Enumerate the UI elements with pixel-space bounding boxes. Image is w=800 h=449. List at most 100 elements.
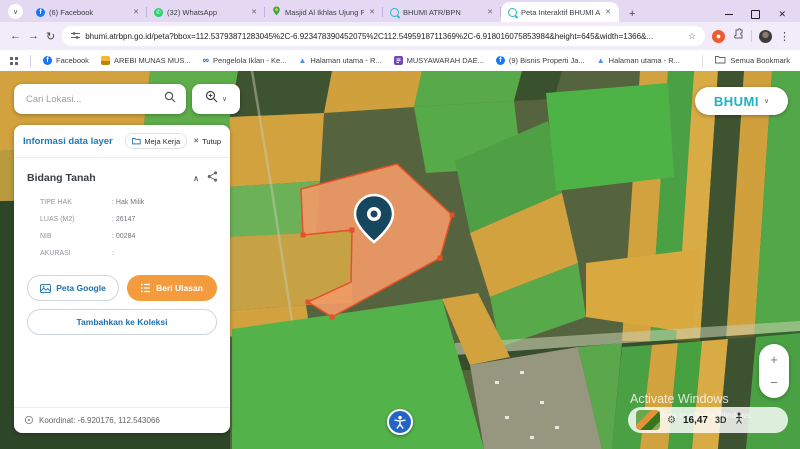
close-tab-icon[interactable]: ✕ [132, 8, 140, 16]
mode-3d-toggle[interactable]: 3D [715, 415, 727, 425]
tab-masjid-maps[interactable]: Masjid Al Ikhlas Ujung Pangi ✕ [265, 2, 383, 22]
bhumi-logo-text: BHUMI [714, 94, 759, 109]
field-row: NIB : 00284 [40, 233, 218, 240]
zoom-in-button[interactable]: + [770, 353, 778, 366]
activate-windows-watermark: Activate Windows [630, 392, 729, 406]
bookmark-musyawarah[interactable]: MUSYAWARAH DAE... [394, 56, 484, 65]
bookmark-label: Halaman utama - R... [609, 56, 680, 65]
close-tab-icon[interactable]: ✕ [486, 8, 494, 16]
tambah-koleksi-label: Tambahkan ke Koleksi [76, 317, 167, 327]
field-value: : 26147 [112, 216, 135, 223]
forward-icon[interactable]: → [28, 30, 39, 42]
bookmark-label: Pengelola Iklan - Ke... [213, 56, 286, 65]
field-label: AKURASI [40, 250, 112, 257]
bhumi-icon [390, 8, 399, 17]
tambahkan-ke-koleksi-button[interactable]: Tambahkan ke Koleksi [27, 309, 217, 335]
tab-search-button[interactable]: ∨ [8, 4, 23, 19]
facebook-icon: f [36, 8, 45, 17]
reload-icon[interactable]: ↻ [46, 30, 55, 43]
chevron-down-icon: ∨ [222, 95, 227, 103]
tutup-button[interactable]: ✕ Tutup [193, 137, 221, 146]
close-icon: ✕ [193, 137, 199, 145]
bidang-tanah-header: Bidang Tanah ∧ [14, 158, 230, 191]
bookmark-pengelola-iklan[interactable]: ∞ Pengelola Iklan - Ke... [203, 56, 287, 65]
parcel-fields: TIPE HAK : Hak Milik LUAS (M2) : 26147 N… [14, 191, 230, 267]
info-data-layer-panel: Informasi data layer Meja Kerja ✕ Tutup … [14, 125, 230, 433]
whatsapp-icon: ✆ [154, 8, 163, 17]
share-icon[interactable] [207, 169, 218, 187]
facebook-icon: f [43, 56, 52, 65]
orange-profile-icon[interactable] [712, 30, 725, 43]
peta-google-label: Peta Google [56, 283, 106, 293]
tab-bhumi[interactable]: BHUMI ATR/BPN ✕ [383, 2, 501, 22]
facebook-icon: f [496, 56, 505, 65]
extensions-puzzle-icon[interactable] [732, 27, 744, 45]
window-close-icon[interactable]: ✕ [778, 9, 786, 20]
koordinat-text: Koordinat: -6.920176, 112.543066 [39, 416, 160, 425]
panel-buttons: Peta Google Beri Ulasan [14, 267, 230, 301]
google-forms-icon [394, 56, 403, 65]
apps-grid-icon[interactable] [10, 57, 18, 65]
close-tab-icon[interactable]: ✕ [368, 8, 376, 16]
bookmark-halaman-utama-2[interactable]: ▲ Halaman utama - R... [597, 56, 680, 65]
collapse-chevron-icon[interactable]: ∧ [193, 174, 199, 183]
gear-icon[interactable]: ⚙ [667, 415, 676, 426]
peta-google-button[interactable]: Peta Google [27, 275, 119, 301]
compass-person-icon[interactable] [734, 411, 744, 429]
close-tab-icon[interactable]: ✕ [604, 8, 612, 16]
tab-peta-interaktif-active[interactable]: Peta Interaktif BHUMI ATR/B ✕ [501, 2, 619, 22]
coordinate-bar: Koordinat: -6.920176, 112.543066 [14, 407, 230, 433]
minimize-icon[interactable] [725, 14, 733, 16]
maximize-icon[interactable] [751, 10, 760, 19]
zoom-out-button[interactable]: − [770, 376, 778, 389]
tab-strip: ∨ f (6) Facebook ✕ ✆ (32) WhatsApp ✕ Mas… [0, 0, 800, 22]
tab-label: Peta Interaktif BHUMI ATR/B [521, 8, 600, 17]
meja-kerja-button[interactable]: Meja Kerja [125, 133, 187, 149]
tab-whatsapp[interactable]: ✆ (32) WhatsApp ✕ [147, 2, 265, 22]
window-controls: ✕ [725, 9, 800, 22]
meta-infinity-icon: ∞ [203, 56, 209, 65]
search-input[interactable] [24, 93, 158, 106]
bookmark-star-icon[interactable]: ☆ [688, 31, 696, 42]
field-label: NIB [40, 233, 112, 240]
profile-avatar[interactable] [759, 30, 772, 43]
accessibility-button[interactable] [387, 409, 413, 435]
basemap-thumbnail[interactable] [636, 410, 660, 430]
field-row: TIPE HAK : Hak Milik [40, 199, 218, 206]
location-search-bar [14, 84, 186, 114]
panel-spacer [14, 335, 230, 407]
all-bookmarks-button[interactable]: Semua Bookmark [715, 55, 790, 66]
chevron-down-icon: ∨ [13, 8, 18, 16]
field-row: LUAS (M2) : 26147 [40, 216, 218, 223]
bookmark-bisnis-properti[interactable]: f (9) Bisnis Properti Ja... [496, 56, 585, 65]
tab-facebook[interactable]: f (6) Facebook ✕ [29, 2, 147, 22]
site-settings-icon[interactable] [71, 27, 80, 45]
beri-ulasan-label: Beri Ulasan [156, 283, 203, 293]
search-icon[interactable] [164, 90, 176, 108]
tab-label: BHUMI ATR/BPN [403, 8, 482, 17]
kebab-menu-icon[interactable]: ⋮ [779, 30, 790, 43]
field-value: : [112, 250, 114, 257]
close-tab-icon[interactable]: ✕ [250, 8, 258, 16]
all-bookmarks-label: Semua Bookmark [730, 56, 790, 65]
bookmark-halaman-utama-1[interactable]: ▲ Halaman utama - R... [298, 56, 381, 65]
bookmark-facebook[interactable]: f Facebook [43, 56, 89, 65]
chevron-down-icon: ∨ [764, 97, 769, 105]
beri-ulasan-button[interactable]: Beri Ulasan [127, 275, 217, 301]
address-bar[interactable]: bhumi.atrbpn.go.id/peta?bbox=112.5379387… [62, 26, 705, 46]
map-status-bar: ⚙ 16,47 3D [628, 407, 788, 433]
back-icon[interactable]: ← [10, 30, 21, 42]
tab-label: Masjid Al Ikhlas Ujung Pangi [285, 8, 364, 17]
bookmarks-bar: f Facebook AREBI MUNAS MUS... ∞ Pengelol… [0, 50, 800, 71]
map-zoom-control: + − [759, 344, 789, 398]
bhumi-logo-button[interactable]: BHUMI ∨ [695, 87, 788, 115]
new-tab-button[interactable]: + [629, 8, 635, 20]
advanced-search-button[interactable]: ∨ [192, 84, 240, 114]
bookmarks-divider [30, 55, 31, 67]
field-row: AKURASI : [40, 250, 218, 257]
bookmark-label: (9) Bisnis Properti Ja... [509, 56, 585, 65]
panel-title: Informasi data layer [23, 136, 119, 147]
review-list-icon [141, 283, 151, 293]
bookmark-arebi[interactable]: AREBI MUNAS MUS... [101, 56, 191, 65]
folder-icon [132, 137, 141, 145]
